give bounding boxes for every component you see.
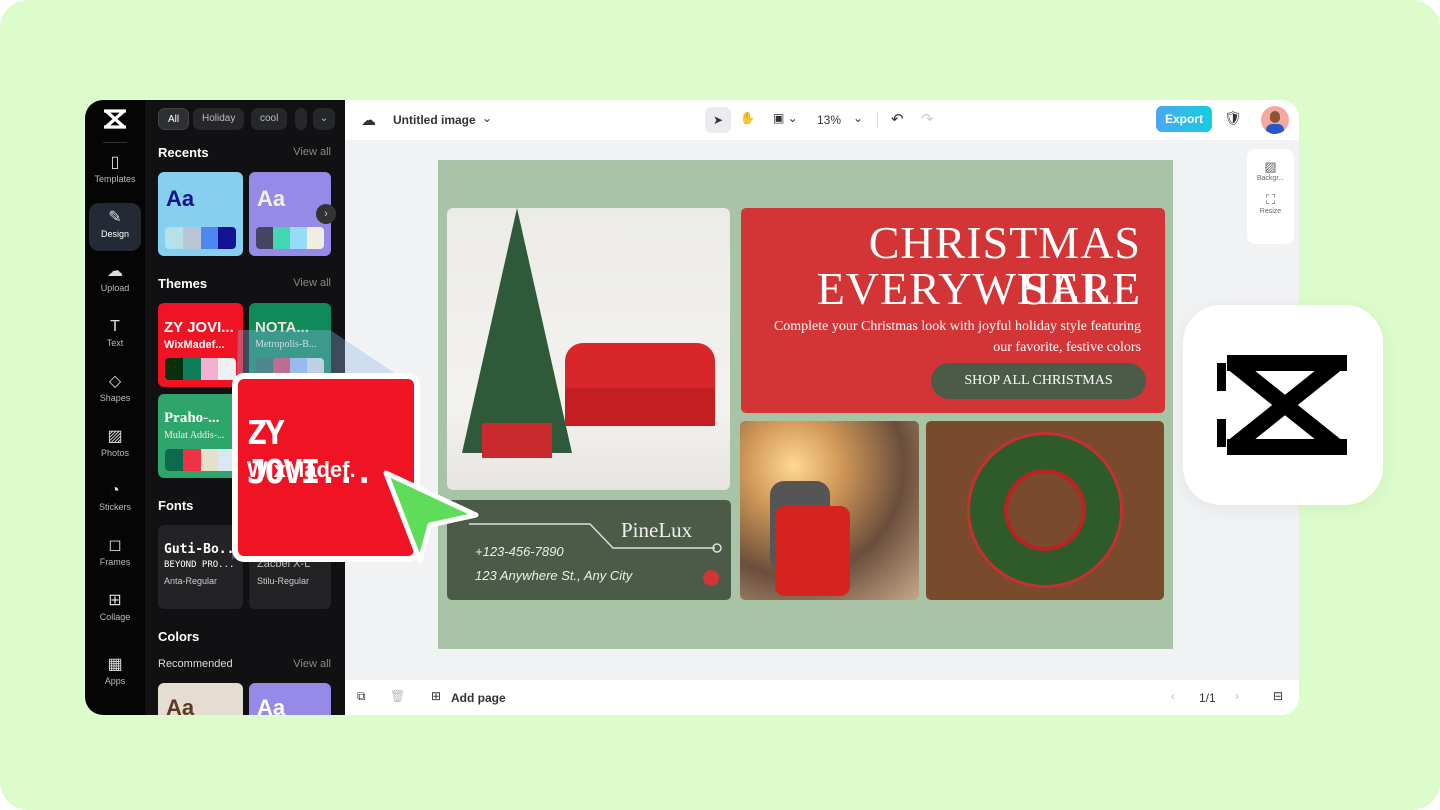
capcut-app-logo [1183, 305, 1383, 505]
cursor-arrow-icon [383, 470, 479, 564]
